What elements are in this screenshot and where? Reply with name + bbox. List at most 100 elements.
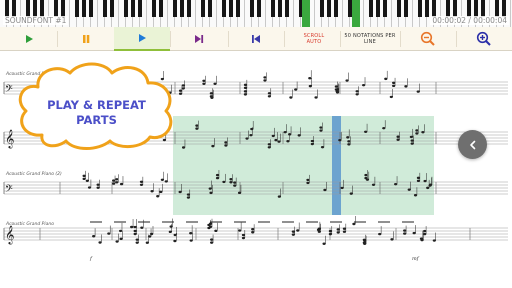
piano-black-key[interactable] (54, 0, 58, 17)
piano-black-key[interactable] (5, 0, 9, 17)
piano-black-key[interactable] (495, 0, 499, 17)
piano-keyboard[interactable]: SOUNDFONT #1 00:00:02 / 00:00:04 (0, 0, 512, 27)
piano-black-key[interactable] (26, 0, 30, 17)
piano-black-key[interactable] (418, 0, 422, 17)
piano-black-key[interactable] (131, 0, 135, 17)
note-head (241, 233, 246, 237)
skip-previous-button[interactable] (228, 27, 284, 51)
piano-black-key[interactable] (12, 0, 16, 17)
soundfont-label[interactable]: SOUNDFONT #1 (3, 16, 69, 25)
note-head (210, 96, 214, 99)
collapse-panel-button[interactable] (458, 130, 487, 159)
note-head (156, 195, 160, 198)
note-head (378, 232, 382, 236)
piano-black-key[interactable] (432, 0, 436, 17)
piano-black-key[interactable] (271, 0, 275, 17)
piano-black-key[interactable] (257, 0, 261, 17)
piano-black-key[interactable] (201, 0, 205, 17)
piano-black-key[interactable] (425, 0, 429, 17)
piano-black-key[interactable] (250, 0, 254, 17)
note-head (263, 76, 267, 79)
piano-black-key[interactable] (285, 0, 289, 17)
piano-black-key[interactable] (103, 0, 107, 17)
piano-black-key[interactable] (383, 0, 387, 17)
piano-black-key[interactable] (502, 0, 506, 17)
note-head (288, 133, 292, 136)
piano-black-key[interactable] (229, 0, 233, 17)
piano-black-key[interactable] (138, 0, 142, 17)
note-head (133, 225, 137, 229)
piano-black-key[interactable] (453, 0, 457, 17)
note-head (178, 89, 183, 92)
piano-black-key[interactable] (82, 0, 86, 17)
notations-per-line-button[interactable]: 50 NOTATIONS PER LINE (340, 27, 400, 51)
note-head (148, 235, 152, 238)
piano-black-key[interactable] (376, 0, 380, 17)
note-head (140, 226, 144, 229)
note-head (364, 130, 368, 133)
piano-black-key[interactable] (397, 0, 401, 17)
piano-black-key[interactable] (369, 0, 373, 17)
note-head (363, 242, 367, 245)
zoom-in-icon (476, 31, 491, 46)
piano-black-key[interactable] (327, 0, 331, 17)
piano-black-key[interactable] (467, 0, 471, 17)
note-head (181, 146, 186, 149)
note-head (251, 231, 255, 234)
note-head (118, 229, 123, 233)
play-button[interactable] (0, 27, 57, 51)
note-head (245, 137, 249, 140)
piano-black-key[interactable] (180, 0, 184, 17)
scroll-auto-toggle[interactable]: SCROLL AUTO (290, 27, 338, 51)
piano-black-key[interactable] (404, 0, 408, 17)
piano-black-key[interactable] (474, 0, 478, 17)
note-head (310, 142, 314, 146)
piano-black-key[interactable] (222, 0, 226, 17)
zoom-in-button[interactable] (468, 27, 500, 51)
skip-next-button[interactable] (170, 27, 228, 51)
piano-black-key[interactable] (61, 0, 65, 17)
note-head (416, 90, 420, 93)
piano-black-key[interactable] (278, 0, 282, 17)
pause-button[interactable] (57, 27, 114, 51)
piano-black-key[interactable] (159, 0, 163, 17)
note-head (92, 235, 96, 238)
play-from-selection-button[interactable] (114, 27, 170, 51)
piano-black-key[interactable] (446, 0, 450, 17)
note-head (107, 232, 111, 235)
note-head (115, 181, 119, 184)
note-head (189, 232, 193, 235)
note-head (82, 177, 86, 181)
piano-black-key[interactable] (187, 0, 191, 17)
note-head (310, 139, 314, 143)
note-head (119, 237, 123, 241)
note-head (87, 186, 92, 189)
note-head (296, 229, 300, 232)
bass-clef-icon: 𝄢 (5, 183, 13, 197)
piano-black-key[interactable] (236, 0, 240, 17)
piano-black-key[interactable] (124, 0, 128, 17)
piano-black-key[interactable] (334, 0, 338, 17)
note-head (297, 134, 301, 137)
skip-previous-icon (252, 35, 260, 43)
note-head (213, 82, 217, 86)
note-head (133, 229, 137, 233)
piano-black-key[interactable] (152, 0, 156, 17)
piano-black-key[interactable] (208, 0, 212, 17)
piano-black-key[interactable] (320, 0, 324, 17)
note-head (139, 180, 144, 183)
piano-black-key[interactable] (481, 0, 485, 17)
note-head (135, 238, 139, 241)
piano-black-key[interactable] (75, 0, 79, 17)
piano-black-key[interactable] (89, 0, 93, 17)
piano-black-key[interactable] (33, 0, 37, 17)
note-head (195, 127, 199, 130)
zoom-out-button[interactable] (412, 27, 444, 51)
piano-black-key[interactable] (40, 0, 44, 17)
note-head (186, 196, 190, 199)
note-head (241, 236, 246, 240)
piano-black-key[interactable] (173, 0, 177, 17)
piano-black-key[interactable] (110, 0, 114, 17)
treble-clef-icon: 𝄞 (5, 225, 14, 245)
note-head (135, 241, 139, 244)
